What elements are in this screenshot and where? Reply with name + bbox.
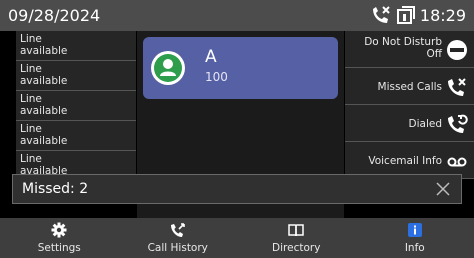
call-history-icon (170, 223, 185, 237)
avatar (151, 51, 185, 85)
softkey-bar: Settings Call History Directory Info (0, 218, 474, 258)
settings-label: Settings (37, 242, 81, 254)
line-key-label: Line (20, 153, 42, 165)
gear-icon (51, 222, 67, 238)
line-key-label: Line (20, 123, 42, 135)
missed-call-notification[interactable]: Missed: 2 (12, 174, 462, 204)
status-time: 18:29 (419, 5, 466, 25)
user-icon (160, 59, 176, 76)
dnd-status: Off (426, 48, 443, 60)
account-number: 100 (205, 70, 228, 84)
line-key-label: Line (20, 33, 42, 45)
line-key-label: Line (20, 93, 42, 105)
missed-calls-label: Missed Calls (377, 81, 442, 93)
line-key-status: available (20, 135, 68, 147)
settings-softkey[interactable]: Settings (0, 218, 119, 258)
status-bar: 09/28/2024 18:29 (0, 0, 474, 31)
account-card[interactable]: A 100 (143, 37, 338, 99)
line-key-status: available (20, 75, 68, 87)
voicemail-icon (447, 157, 467, 167)
account-name: A (205, 47, 217, 67)
book-icon (288, 224, 304, 237)
line-key-2[interactable]: Line available (16, 61, 136, 91)
dnd-label: Do Not Disturb (364, 36, 442, 48)
status-right: 18:29 (370, 5, 466, 25)
call-history-softkey[interactable]: Call History (119, 218, 238, 258)
info-icon (407, 223, 422, 237)
missed-call-icon (372, 6, 390, 23)
dialed-key[interactable]: Dialed (345, 105, 474, 142)
missed-calls-key[interactable]: Missed Calls (345, 68, 474, 105)
phone-screen: 09/28/2024 18:29 Line available Line ava… (0, 0, 474, 258)
info-label: Info (404, 242, 425, 254)
dialed-icon (448, 114, 468, 133)
missed-calls-icon (448, 78, 466, 96)
notification-text: Missed: 2 (22, 181, 89, 197)
line-key-3[interactable]: Line available (16, 91, 136, 121)
line-key-status: available (20, 45, 68, 57)
info-softkey[interactable]: Info (356, 218, 474, 258)
directory-softkey[interactable]: Directory (237, 218, 356, 258)
line-key-status: available (20, 105, 68, 117)
directory-label: Directory (272, 242, 321, 254)
status-date: 09/28/2024 (8, 6, 101, 25)
do-not-disturb-key[interactable]: Do Not Disturb Off (345, 31, 474, 68)
line-key-1[interactable]: Line available (16, 31, 136, 61)
close-icon[interactable] (435, 181, 451, 197)
dialed-label: Dialed (408, 118, 442, 130)
line-key-label: Line (20, 63, 42, 75)
voicemail-label: Voicemail Info (368, 155, 442, 167)
screen-icon (396, 6, 415, 24)
do-not-disturb-icon (447, 40, 467, 60)
line-key-4[interactable]: Line available (16, 121, 136, 151)
call-history-label: Call History (147, 242, 208, 254)
